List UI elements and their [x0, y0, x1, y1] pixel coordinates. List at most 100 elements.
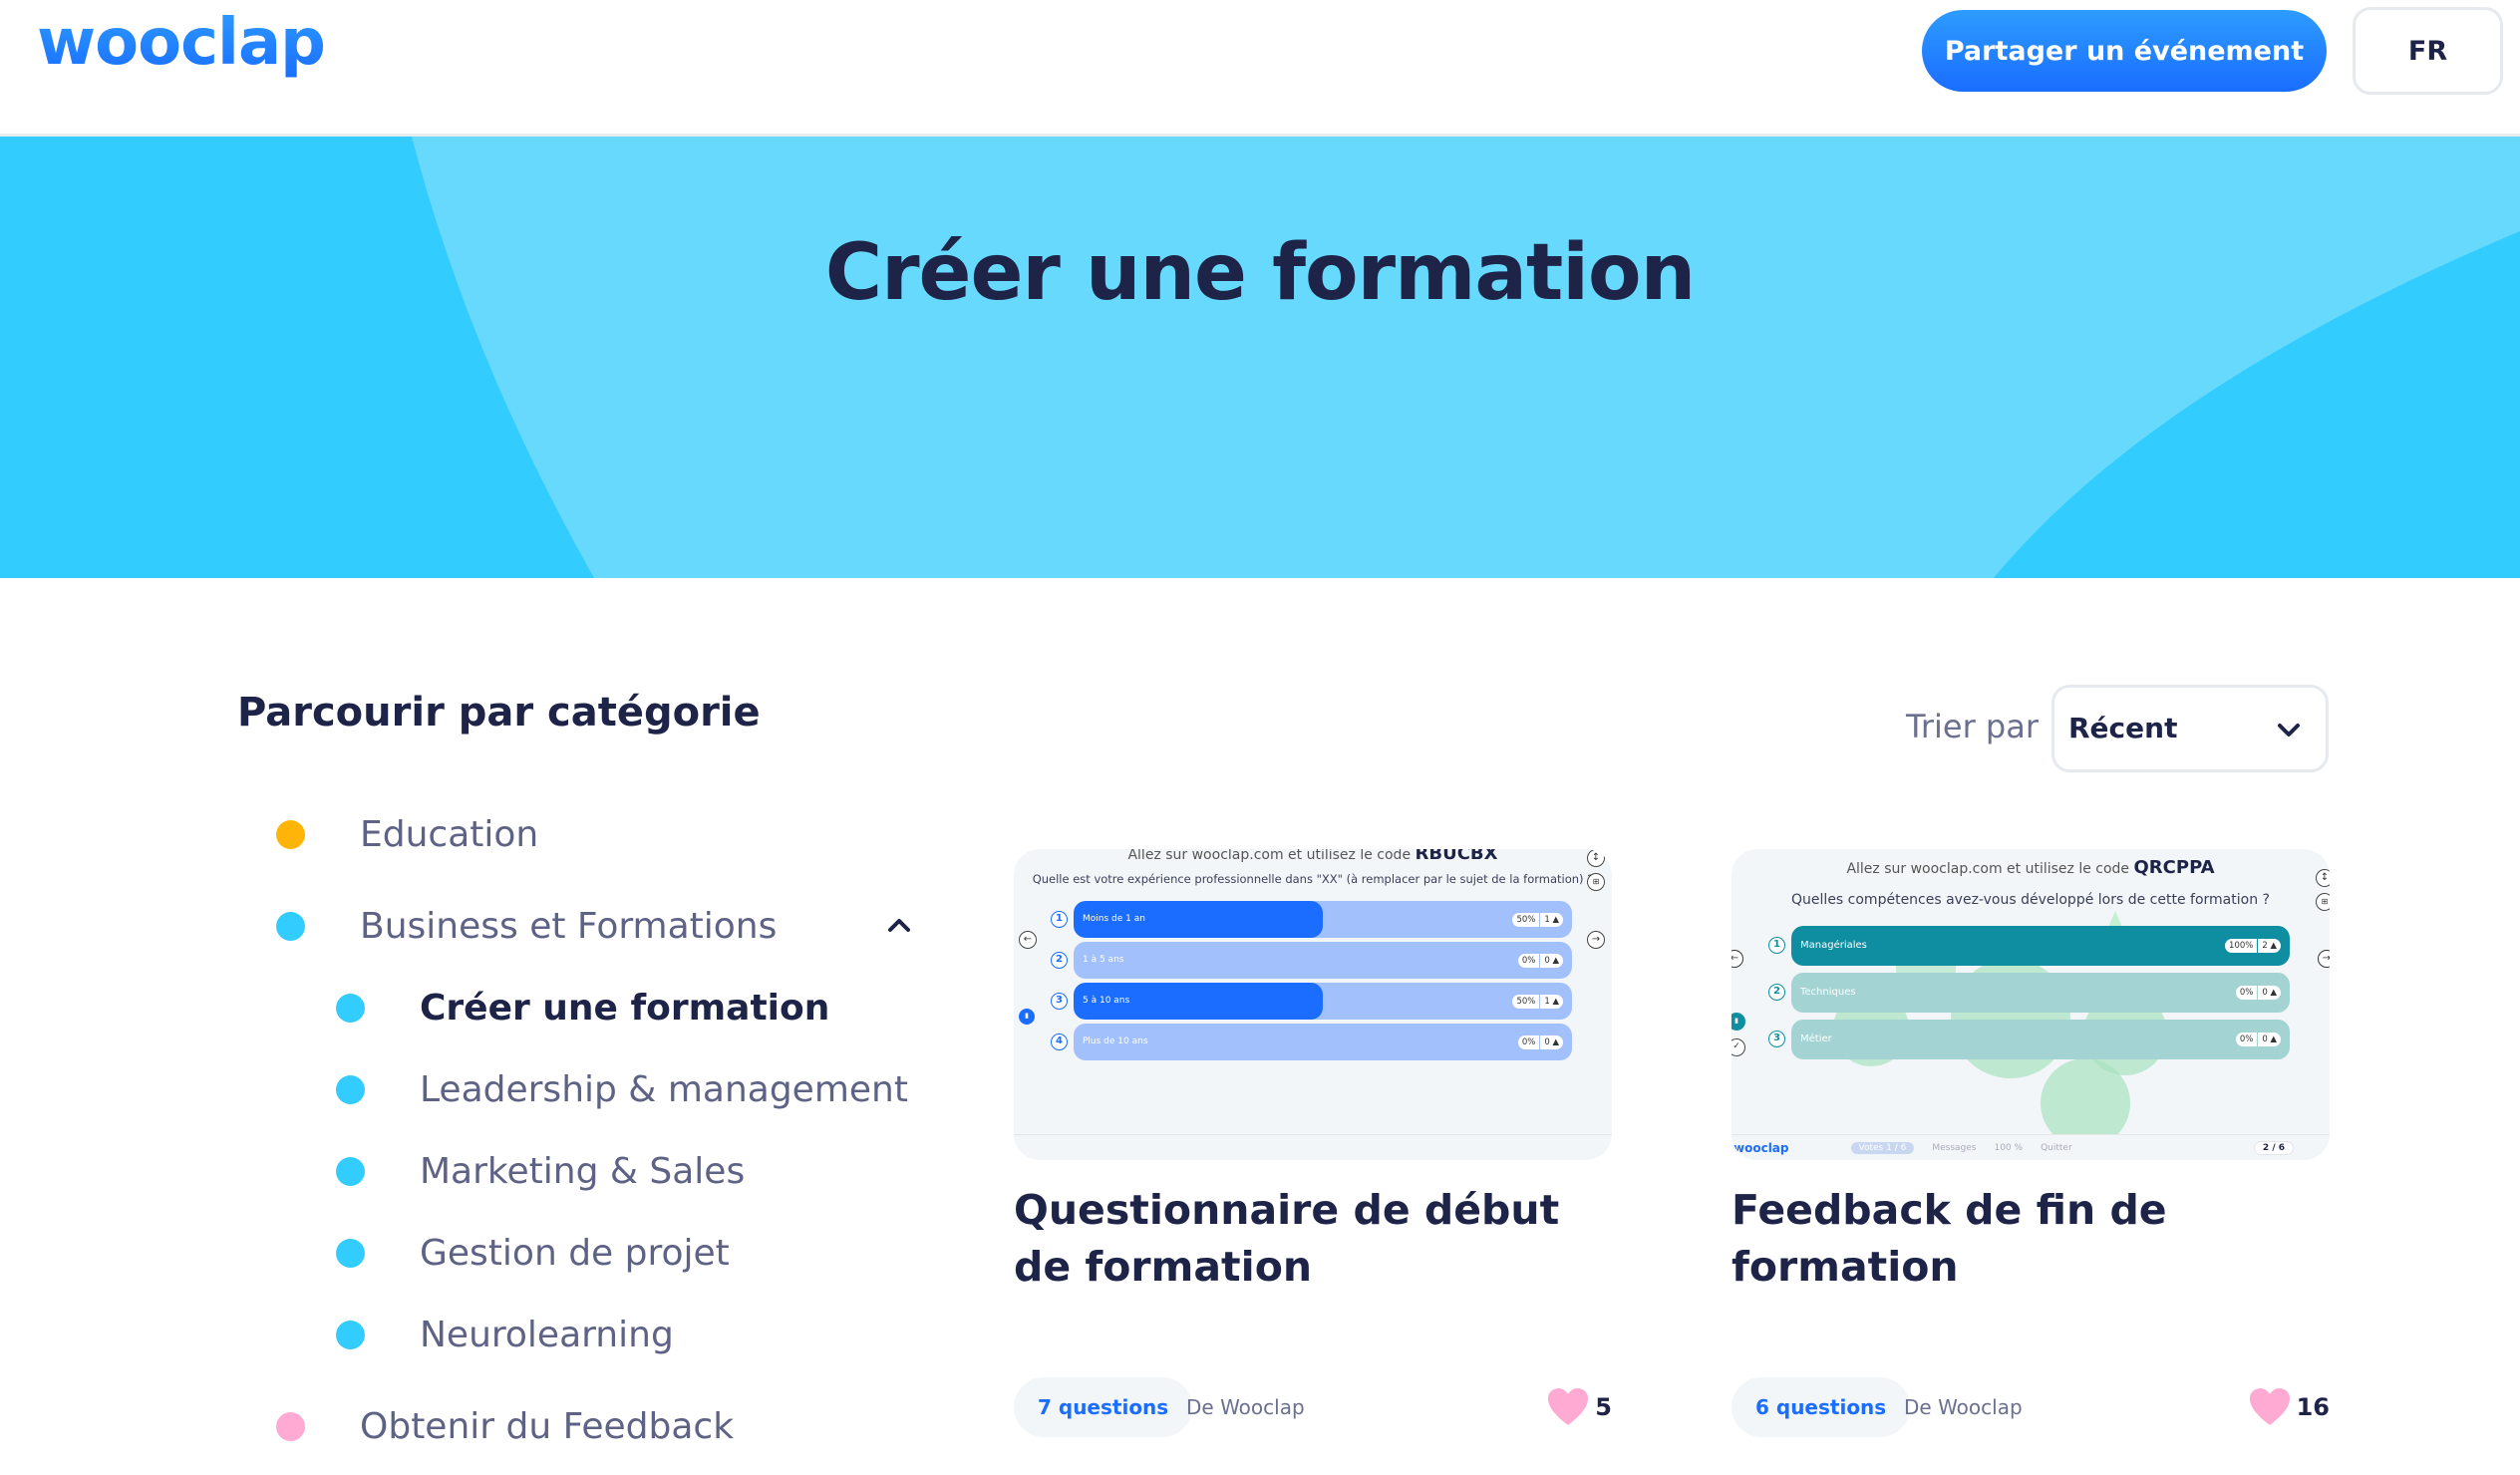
template-card[interactable]: Allez sur wooclap.com et utilisez le cod… [1014, 849, 1612, 1437]
heart-icon [2249, 1388, 2290, 1425]
grid-icon: ⊞ [1587, 873, 1605, 891]
like-button[interactable]: 16 [2249, 1387, 2330, 1427]
category-color-dot [336, 1321, 365, 1349]
answer-count: 2 ▲ [2258, 939, 2281, 953]
category-item[interactable]: Marketing & Sales [336, 1151, 745, 1192]
answer-count: 0 ▲ [2258, 1032, 2281, 1046]
option-number: 2 [1768, 984, 1785, 1001]
toolbar-messages: Messages [1932, 1142, 1977, 1153]
answer-count: 0 ▲ [1540, 1034, 1563, 1049]
event-code: RBUCBX [1415, 849, 1498, 864]
option-number: 3 [1768, 1031, 1785, 1047]
answer-option-label: 5 à 10 ans [1083, 995, 1130, 1006]
chevron-up-icon[interactable] [885, 911, 913, 939]
option-number: 4 [1051, 1032, 1068, 1050]
share-event-button[interactable]: Partager un événement [1922, 10, 2327, 92]
toolbar-quit: Quitter [2041, 1142, 2072, 1153]
category-color-dot [276, 820, 305, 849]
template-title[interactable]: Questionnaire de début de formation [1014, 1182, 1612, 1391]
category-label: Neurolearning [420, 1315, 674, 1355]
answer-percent: 0% [1517, 1034, 1540, 1049]
category-color-dot [336, 994, 365, 1023]
category-color-dot [336, 1239, 365, 1268]
answer-option-bar: Moins de 1 an 50% 1 ▲ [1074, 901, 1572, 938]
answer-percent: 50% [1512, 994, 1540, 1009]
answer-percent: 0% [2235, 986, 2258, 1000]
grid-icon: ⊞ [2316, 893, 2330, 911]
answer-option-stats: 0% 0 ▲ [2235, 986, 2281, 1000]
thumbnail-toolbar: wooclap Votes 1 / 6 Messages 100 % Quitt… [1732, 1134, 2330, 1160]
answer-option-label: Managériales [1800, 940, 1867, 951]
question-count-badge[interactable]: 7 questions [1014, 1377, 1193, 1437]
thumbnail-question: Quelles compétences avez-vous développé … [1791, 892, 2270, 908]
category-label: Education [360, 814, 539, 855]
category-item[interactable]: Leadership & management [336, 1069, 908, 1110]
like-button[interactable]: 5 [1547, 1387, 1612, 1427]
answer-option-bar: Plus de 10 ans 0% 0 ▲ [1074, 1024, 1572, 1060]
top-header: wooclap Partager un événement FR [0, 0, 2520, 137]
category-item[interactable]: Business et Formations [276, 906, 777, 947]
category-item[interactable]: Créer une formation [336, 988, 829, 1029]
answer-percent: 0% [2235, 1032, 2258, 1046]
answer-option-bar: 5 à 10 ans 50% 1 ▲ [1074, 983, 1572, 1020]
like-count: 5 [1595, 1393, 1612, 1421]
join-text: Allez sur wooclap.com et utilisez le cod… [1127, 849, 1412, 863]
answer-option-label: 1 à 5 ans [1083, 954, 1124, 965]
template-title[interactable]: Feedback de fin de formation [1732, 1182, 2330, 1391]
answer-count: 1 ▲ [1540, 994, 1563, 1009]
category-color-dot [276, 1412, 305, 1441]
answer-option-stats: 0% 0 ▲ [1517, 1034, 1563, 1049]
results-icon: ▮ [1019, 1009, 1035, 1025]
answer-option-bar: Managériales 100% 2 ▲ [1791, 926, 2290, 966]
chevron-down-icon [2278, 724, 2300, 737]
language-selector[interactable]: FR [2353, 7, 2503, 95]
browse-by-category-heading: Parcourir par catégorie [237, 690, 761, 736]
answer-option-label: Techniques [1800, 987, 1856, 998]
category-color-dot [336, 1075, 365, 1104]
arrow-left-icon: ← [1019, 931, 1037, 949]
answer-option-stats: 0% 0 ▲ [2235, 1032, 2281, 1046]
category-label: Leadership & management [420, 1069, 908, 1110]
template-card[interactable]: Allez sur wooclap.com et utilisez le cod… [1732, 849, 2330, 1437]
answer-count: 0 ▲ [1540, 953, 1563, 968]
category-item[interactable]: Neurolearning [336, 1315, 674, 1355]
question-count-badge[interactable]: 6 questions [1732, 1377, 1911, 1437]
answer-option-stats: 50% 1 ▲ [1512, 994, 1563, 1009]
category-label: Gestion de projet [420, 1233, 730, 1274]
heart-icon [1548, 1388, 1589, 1425]
event-code: QRCPPA [2133, 857, 2215, 878]
option-number: 1 [1768, 937, 1785, 954]
votes-label: Votes [1858, 1142, 1884, 1153]
arrow-right-icon: → [1587, 931, 1605, 949]
answer-option-label: Métier [1800, 1033, 1832, 1044]
sort-dropdown[interactable]: Récent [2051, 685, 2329, 772]
expand-icon: ↕ [2316, 869, 2330, 887]
join-text: Allez sur wooclap.com et utilisez le cod… [1846, 861, 2130, 877]
template-thumbnail: Allez sur wooclap.com et utilisez le cod… [1014, 849, 1612, 1160]
template-footer: 7 questions De Wooclap 5 [1014, 1377, 1612, 1437]
category-label: Business et Formations [360, 906, 778, 947]
answer-option-bar: 1 à 5 ans 0% 0 ▲ [1074, 942, 1572, 979]
category-color-dot [276, 912, 305, 941]
option-number: 2 [1051, 951, 1068, 969]
category-item[interactable]: Education [276, 814, 538, 855]
expand-icon: ↕ [1587, 849, 1605, 867]
toolbar-participants: 2 / 6 [2253, 1140, 2294, 1155]
option-number: 1 [1051, 910, 1068, 928]
answer-percent: 50% [1512, 912, 1540, 927]
toolbar-logo: wooclap [1733, 1140, 1789, 1155]
answer-option-label: Moins de 1 an [1083, 913, 1145, 924]
category-item[interactable]: Gestion de projet [336, 1233, 730, 1274]
like-count: 16 [2296, 1393, 2330, 1421]
answer-percent: 0% [1517, 953, 1540, 968]
hero-background-shapes [0, 137, 2520, 578]
answer-count: 1 ▲ [1540, 912, 1563, 927]
wooclap-logo[interactable]: wooclap [37, 6, 326, 80]
thumbnail-question: Quelle est votre expérience professionne… [1032, 872, 1594, 886]
category-item[interactable]: Obtenir du Feedback [276, 1406, 734, 1447]
answer-option-label: Plus de 10 ans [1083, 1035, 1148, 1046]
category-label: Créer une formation [420, 988, 830, 1029]
thumbnail-toolbar [1014, 1134, 1612, 1160]
answer-option-stats: 50% 1 ▲ [1512, 912, 1563, 927]
answer-percent: 100% [2225, 939, 2258, 953]
